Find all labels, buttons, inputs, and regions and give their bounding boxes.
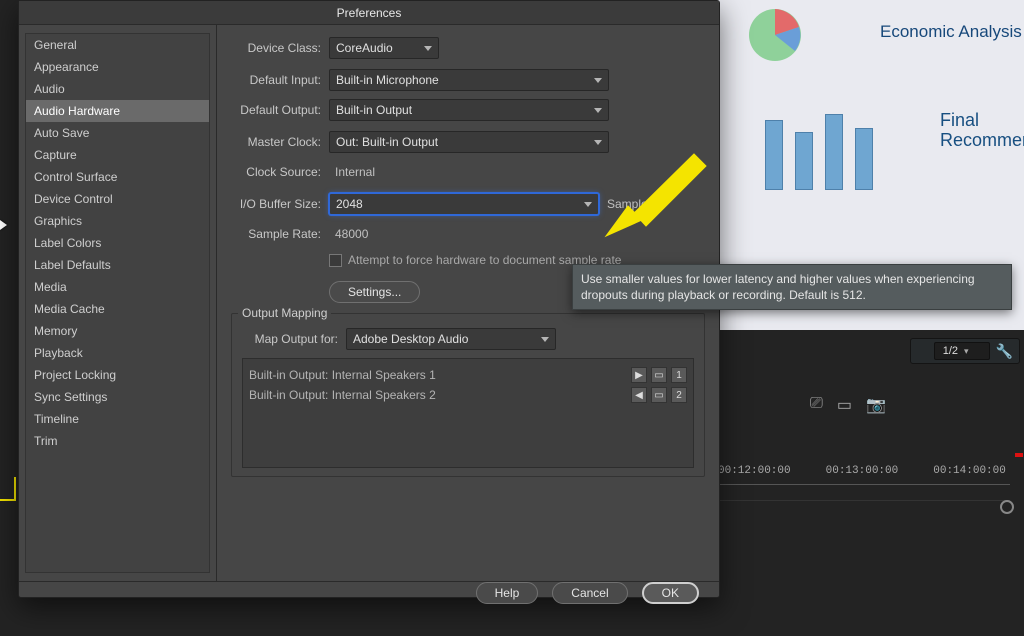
- timeline-ruler[interactable]: [718, 484, 1010, 485]
- timecode: 00:12:00:00: [718, 465, 791, 477]
- sidebar-item-auto-save[interactable]: Auto Save: [26, 122, 209, 144]
- slide-title: Economic Analysis: [880, 22, 1022, 42]
- output-row: Built-in Output: Internal Speakers 1 ▶ ▭…: [249, 365, 687, 385]
- io-buffer-select[interactable]: 2048: [329, 193, 599, 215]
- sidebar-item-audio[interactable]: Audio: [26, 78, 209, 100]
- sidebar-item-playback[interactable]: Playback: [26, 342, 209, 364]
- sidebar-item-device-control[interactable]: Device Control: [26, 188, 209, 210]
- sidebar-item-label-colors[interactable]: Label Colors: [26, 232, 209, 254]
- speaker-icon[interactable]: ▶: [631, 367, 647, 383]
- timecode: 00:14:00:00: [933, 465, 1006, 477]
- master-clock-label: Master Clock:: [231, 135, 321, 149]
- timecode: 00:13:00:00: [826, 465, 899, 477]
- output-row-text: Built-in Output: Internal Speakers 1: [249, 368, 436, 382]
- output-mapping-legend: Output Mapping: [238, 306, 331, 320]
- camera-icon[interactable]: 📷: [866, 395, 886, 415]
- zoom-toolbar: 1/2 🔧: [910, 338, 1020, 364]
- device-class-label: Device Class:: [231, 41, 321, 55]
- sidebar-item-media-cache[interactable]: Media Cache: [26, 298, 209, 320]
- sidebar-item-trim[interactable]: Trim: [26, 430, 209, 452]
- default-output-label: Default Output:: [231, 103, 321, 117]
- slide-sub1: Final: [940, 110, 979, 131]
- sample-rate-label: Sample Rate:: [231, 227, 321, 241]
- route-icon[interactable]: ▭: [651, 367, 667, 383]
- slide-sub2: Recommend: [940, 130, 1024, 151]
- channel-number[interactable]: 2: [671, 387, 687, 403]
- wrench-icon[interactable]: 🔧: [996, 343, 1013, 360]
- zoom-select[interactable]: 1/2: [934, 342, 990, 360]
- sidebar-item-sync-settings[interactable]: Sync Settings: [26, 386, 209, 408]
- sample-rate-value: 48000: [329, 223, 368, 245]
- output-row: Built-in Output: Internal Speakers 2 ◀ ▭…: [249, 385, 687, 405]
- dialog-footer: Help Cancel OK: [19, 581, 719, 604]
- default-input-select[interactable]: Built-in Microphone: [329, 69, 609, 91]
- sidebar-item-capture[interactable]: Capture: [26, 144, 209, 166]
- route-icon[interactable]: ▭: [651, 387, 667, 403]
- master-clock-select[interactable]: Out: Built-in Output: [329, 131, 609, 153]
- sidebar-item-media[interactable]: Media: [26, 276, 209, 298]
- device-class-select[interactable]: CoreAudio: [329, 37, 439, 59]
- timeline-in-marker: [0, 477, 16, 501]
- sidebar-item-control-surface[interactable]: Control Surface: [26, 166, 209, 188]
- default-input-label: Default Input:: [231, 73, 321, 87]
- sidebar-item-appearance[interactable]: Appearance: [26, 56, 209, 78]
- timeline-knob[interactable]: [1000, 500, 1014, 514]
- clock-source-label: Clock Source:: [231, 165, 321, 179]
- channel-number[interactable]: 1: [671, 367, 687, 383]
- output-row-text: Built-in Output: Internal Speakers 2: [249, 388, 436, 402]
- preferences-sidebar: GeneralAppearanceAudioAudio HardwareAuto…: [19, 25, 217, 581]
- mute-icon[interactable]: ◀: [631, 387, 647, 403]
- timeline-timecodes: 00:12:00:00 00:13:00:00 00:14:00:00: [718, 465, 1006, 477]
- map-output-label: Map Output for:: [242, 332, 338, 346]
- output-mapping-list: Built-in Output: Internal Speakers 1 ▶ ▭…: [242, 358, 694, 468]
- io-buffer-tooltip: Use smaller values for lower latency and…: [572, 264, 1012, 310]
- annotation-arrow: [594, 148, 714, 268]
- clock-source-value: Internal: [329, 161, 375, 183]
- sidebar-item-project-locking[interactable]: Project Locking: [26, 364, 209, 386]
- cancel-button[interactable]: Cancel: [552, 582, 627, 604]
- help-button[interactable]: Help: [476, 582, 539, 604]
- map-output-select[interactable]: Adobe Desktop Audio: [346, 328, 556, 350]
- bar-chart-icon: [765, 110, 873, 190]
- io-buffer-label: I/O Buffer Size:: [231, 197, 321, 211]
- output-mapping-group: Output Mapping Map Output for: Adobe Des…: [231, 313, 705, 477]
- sidebar-item-general[interactable]: General: [26, 34, 209, 56]
- sidebar-item-graphics[interactable]: Graphics: [26, 210, 209, 232]
- panel-icons: ⎚ ▭ 📷: [810, 395, 886, 415]
- dialog-title: Preferences: [19, 1, 719, 25]
- sidebar-item-audio-hardware[interactable]: Audio Hardware: [26, 100, 209, 122]
- settings-button[interactable]: Settings...: [329, 281, 420, 303]
- checkbox-box[interactable]: [329, 254, 342, 267]
- sidebar-item-label-defaults[interactable]: Label Defaults: [26, 254, 209, 276]
- pie-chart-icon: [745, 5, 805, 65]
- sidebar-item-timeline[interactable]: Timeline: [26, 408, 209, 430]
- cursor-icon: [0, 220, 14, 240]
- timeline-track[interactable]: [718, 500, 1010, 501]
- marker-icon[interactable]: ⎚: [810, 395, 823, 415]
- clip-icon[interactable]: ▭: [837, 395, 852, 415]
- default-output-select[interactable]: Built-in Output: [329, 99, 609, 121]
- sidebar-item-memory[interactable]: Memory: [26, 320, 209, 342]
- timeline-cti: [1015, 453, 1023, 457]
- ok-button[interactable]: OK: [642, 582, 699, 604]
